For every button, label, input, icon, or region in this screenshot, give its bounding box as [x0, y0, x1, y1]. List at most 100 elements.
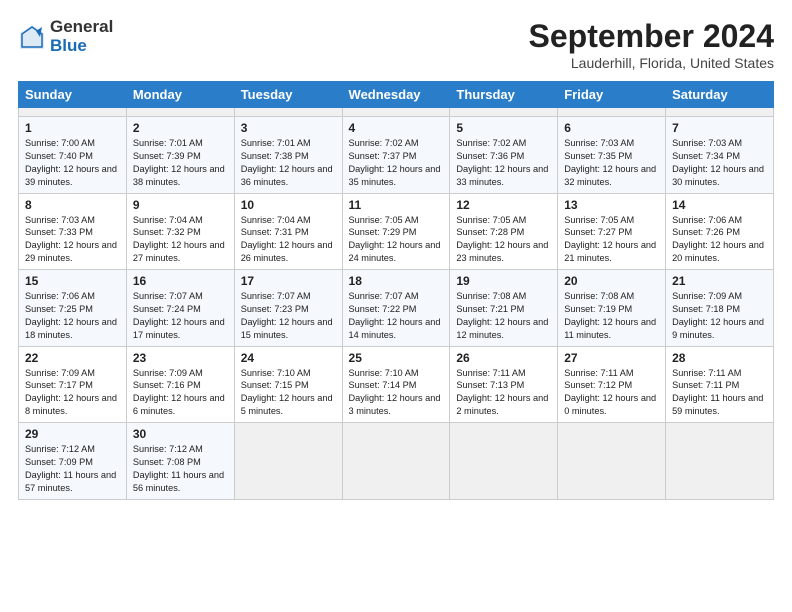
col-header-tuesday: Tuesday: [234, 82, 342, 108]
cell-content: Sunrise: 7:08 AMSunset: 7:19 PMDaylight:…: [564, 290, 659, 342]
cell-content: Sunrise: 7:01 AMSunset: 7:39 PMDaylight:…: [133, 137, 228, 189]
day-number: 17: [241, 274, 336, 288]
cell-2-0: 8 Sunrise: 7:03 AMSunset: 7:33 PMDaylight…: [19, 193, 127, 270]
day-number: 22: [25, 351, 120, 365]
cell-content: Sunrise: 7:02 AMSunset: 7:36 PMDaylight:…: [456, 137, 551, 189]
cell-content: Sunrise: 7:01 AMSunset: 7:38 PMDaylight:…: [241, 137, 336, 189]
day-number: 26: [456, 351, 551, 365]
cell-content: Sunrise: 7:07 AMSunset: 7:24 PMDaylight:…: [133, 290, 228, 342]
cell-content: Sunrise: 7:09 AMSunset: 7:17 PMDaylight:…: [25, 367, 120, 419]
cell-0-5: [558, 108, 666, 117]
cell-3-3: 18 Sunrise: 7:07 AMSunset: 7:22 PMDayligh…: [342, 270, 450, 347]
day-number: 21: [672, 274, 767, 288]
cell-content: Sunrise: 7:07 AMSunset: 7:23 PMDaylight:…: [241, 290, 336, 342]
cell-5-1: 30 Sunrise: 7:12 AMSunset: 7:08 PMDayligh…: [126, 423, 234, 500]
cell-content: Sunrise: 7:07 AMSunset: 7:22 PMDaylight:…: [349, 290, 444, 342]
day-number: 8: [25, 198, 120, 212]
cell-content: Sunrise: 7:12 AMSunset: 7:08 PMDaylight:…: [133, 443, 228, 495]
day-number: 23: [133, 351, 228, 365]
cell-content: Sunrise: 7:05 AMSunset: 7:27 PMDaylight:…: [564, 214, 659, 266]
cell-5-5: [558, 423, 666, 500]
cell-3-2: 17 Sunrise: 7:07 AMSunset: 7:23 PMDayligh…: [234, 270, 342, 347]
cell-4-0: 22 Sunrise: 7:09 AMSunset: 7:17 PMDayligh…: [19, 346, 127, 423]
cell-4-3: 25 Sunrise: 7:10 AMSunset: 7:14 PMDayligh…: [342, 346, 450, 423]
cell-5-2: [234, 423, 342, 500]
cell-5-0: 29 Sunrise: 7:12 AMSunset: 7:09 PMDayligh…: [19, 423, 127, 500]
cell-0-6: [666, 108, 774, 117]
cell-content: Sunrise: 7:10 AMSunset: 7:14 PMDaylight:…: [349, 367, 444, 419]
day-number: 20: [564, 274, 659, 288]
logo-blue: Blue: [50, 37, 113, 56]
cell-content: Sunrise: 7:09 AMSunset: 7:16 PMDaylight:…: [133, 367, 228, 419]
title-area: September 2024 Lauderhill, Florida, Unit…: [529, 18, 774, 71]
cell-3-0: 15Sunrise: 7:06 AMSunset: 7:25 PMDayligh…: [19, 270, 127, 347]
day-number: 2: [133, 121, 228, 135]
day-number: 29: [25, 427, 120, 441]
day-number: 7: [672, 121, 767, 135]
cell-1-3: 4 Sunrise: 7:02 AMSunset: 7:37 PMDaylight…: [342, 117, 450, 194]
day-number: 14: [672, 198, 767, 212]
week-row-5: 29 Sunrise: 7:12 AMSunset: 7:09 PMDayligh…: [19, 423, 774, 500]
cell-3-4: 19 Sunrise: 7:08 AMSunset: 7:21 PMDayligh…: [450, 270, 558, 347]
col-header-friday: Friday: [558, 82, 666, 108]
cell-3-1: 16 Sunrise: 7:07 AMSunset: 7:24 PMDayligh…: [126, 270, 234, 347]
day-number: 28: [672, 351, 767, 365]
cell-4-1: 23 Sunrise: 7:09 AMSunset: 7:16 PMDayligh…: [126, 346, 234, 423]
day-number: 30: [133, 427, 228, 441]
cell-0-0: [19, 108, 127, 117]
cell-3-6: 21 Sunrise: 7:09 AMSunset: 7:18 PMDayligh…: [666, 270, 774, 347]
cell-content: Sunrise: 7:06 AMSunset: 7:26 PMDaylight:…: [672, 214, 767, 266]
logo: General Blue: [18, 18, 113, 55]
col-header-sunday: Sunday: [19, 82, 127, 108]
cell-1-5: 6Sunrise: 7:03 AMSunset: 7:35 PMDaylight…: [558, 117, 666, 194]
cell-4-4: 26 Sunrise: 7:11 AMSunset: 7:13 PMDayligh…: [450, 346, 558, 423]
cell-content: Sunrise: 7:04 AMSunset: 7:31 PMDaylight:…: [241, 214, 336, 266]
cell-content: Sunrise: 7:11 AMSunset: 7:11 PMDaylight:…: [672, 367, 767, 419]
logo-general: General: [50, 18, 113, 37]
cell-0-1: [126, 108, 234, 117]
cell-content: Sunrise: 7:09 AMSunset: 7:18 PMDaylight:…: [672, 290, 767, 342]
week-row-0: [19, 108, 774, 117]
week-row-4: 22 Sunrise: 7:09 AMSunset: 7:17 PMDayligh…: [19, 346, 774, 423]
calendar-table: SundayMondayTuesdayWednesdayThursdayFrid…: [18, 81, 774, 500]
month-title: September 2024: [529, 18, 774, 55]
day-number: 1: [25, 121, 120, 135]
day-number: 16: [133, 274, 228, 288]
col-header-monday: Monday: [126, 82, 234, 108]
day-number: 25: [349, 351, 444, 365]
cell-5-6: [666, 423, 774, 500]
day-number: 19: [456, 274, 551, 288]
cell-2-3: 11 Sunrise: 7:05 AMSunset: 7:29 PMDayligh…: [342, 193, 450, 270]
cell-content: Sunrise: 7:02 AMSunset: 7:37 PMDaylight:…: [349, 137, 444, 189]
cell-content: Sunrise: 7:08 AMSunset: 7:21 PMDaylight:…: [456, 290, 551, 342]
day-number: 12: [456, 198, 551, 212]
col-header-thursday: Thursday: [450, 82, 558, 108]
week-row-2: 8 Sunrise: 7:03 AMSunset: 7:33 PMDaylight…: [19, 193, 774, 270]
cell-1-2: 3Sunrise: 7:01 AMSunset: 7:38 PMDaylight…: [234, 117, 342, 194]
cell-content: Sunrise: 7:03 AMSunset: 7:33 PMDaylight:…: [25, 214, 120, 266]
day-number: 13: [564, 198, 659, 212]
cell-content: Sunrise: 7:04 AMSunset: 7:32 PMDaylight:…: [133, 214, 228, 266]
cell-1-4: 5Sunrise: 7:02 AMSunset: 7:36 PMDaylight…: [450, 117, 558, 194]
cell-content: Sunrise: 7:05 AMSunset: 7:29 PMDaylight:…: [349, 214, 444, 266]
cell-0-2: [234, 108, 342, 117]
cell-content: Sunrise: 7:05 AMSunset: 7:28 PMDaylight:…: [456, 214, 551, 266]
cell-content: Sunrise: 7:03 AMSunset: 7:34 PMDaylight:…: [672, 137, 767, 189]
cell-2-6: 14 Sunrise: 7:06 AMSunset: 7:26 PMDayligh…: [666, 193, 774, 270]
day-number: 18: [349, 274, 444, 288]
cell-2-2: 10Sunrise: 7:04 AMSunset: 7:31 PMDayligh…: [234, 193, 342, 270]
cell-2-4: 12 Sunrise: 7:05 AMSunset: 7:28 PMDayligh…: [450, 193, 558, 270]
cell-2-1: 9Sunrise: 7:04 AMSunset: 7:32 PMDaylight…: [126, 193, 234, 270]
col-header-saturday: Saturday: [666, 82, 774, 108]
cell-1-1: 2 Sunrise: 7:01 AMSunset: 7:39 PMDaylight…: [126, 117, 234, 194]
cell-content: Sunrise: 7:12 AMSunset: 7:09 PMDaylight:…: [25, 443, 120, 495]
cell-content: Sunrise: 7:11 AMSunset: 7:13 PMDaylight:…: [456, 367, 551, 419]
cell-content: Sunrise: 7:03 AMSunset: 7:35 PMDaylight:…: [564, 137, 659, 189]
header-area: General Blue September 2024 Lauderhill, …: [18, 18, 774, 71]
cell-content: Sunrise: 7:11 AMSunset: 7:12 PMDaylight:…: [564, 367, 659, 419]
day-number: 4: [349, 121, 444, 135]
cell-0-3: [342, 108, 450, 117]
day-number: 11: [349, 198, 444, 212]
cell-content: Sunrise: 7:06 AMSunset: 7:25 PMDaylight:…: [25, 290, 120, 342]
cell-0-4: [450, 108, 558, 117]
